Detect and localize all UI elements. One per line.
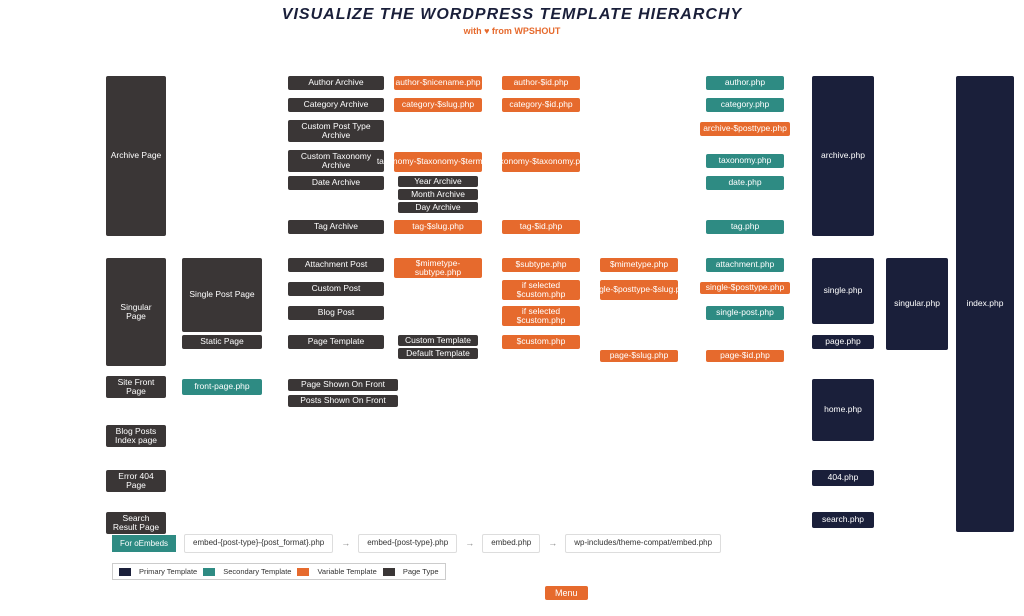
category-php: category.php <box>706 98 784 112</box>
embed-step-4: wp-includes/theme-compat/embed.php <box>565 534 721 553</box>
author-archive: Author Archive <box>288 76 384 90</box>
blog-post: Blog Post <box>288 306 384 320</box>
arrow-icon: → <box>341 538 350 548</box>
attachment-php: attachment.php <box>706 258 784 272</box>
page-title: VISUALIZE THE WORDPRESS TEMPLATE HIERARC… <box>0 6 1024 24</box>
year-archive: Year Archive <box>398 176 478 187</box>
site-front-page: Site Front Page <box>106 376 166 398</box>
archive-php: archive.php <box>812 76 874 236</box>
tag-php: tag.php <box>706 220 784 234</box>
tag-archive: Tag Archive <box>288 220 384 234</box>
error-404: Error 404 Page <box>106 470 166 492</box>
embed-step-3: embed.php <box>482 534 540 553</box>
attachment-post: Attachment Post <box>288 258 384 272</box>
taxonomy-php: taxonomy.php <box>706 154 784 168</box>
date-php: date.php <box>706 176 784 190</box>
custom-template: Custom Template <box>398 335 478 346</box>
blog-posts-index: Blog Posts Index page <box>106 425 166 447</box>
category-id: category-$id.php <box>502 98 580 112</box>
static-page: Static Page <box>182 335 262 349</box>
page-php: page.php <box>812 335 874 349</box>
embeds-row: For oEmbeds embed-{post-type}-{post_form… <box>112 534 721 553</box>
page-shown-on-front: Page Shown On Front <box>288 379 398 391</box>
single-posttype-php: single-$posttype.php <box>700 282 790 294</box>
tag-id: tag-$id.php <box>502 220 580 234</box>
author-id: author-$id.php <box>502 76 580 90</box>
single-posttype-slug: single-$posttype-$slug.php <box>600 280 678 300</box>
custom-post: Custom Post <box>288 282 384 296</box>
custom-php: $custom.php <box>502 335 580 349</box>
arrow-icon: → <box>465 538 474 548</box>
mimetype-php: $mimetype.php <box>600 258 678 272</box>
embeds-label: For oEmbeds <box>112 535 176 552</box>
if-selected-custom-2: if selected $custom.php <box>502 306 580 326</box>
taxonomy-tax: taxonomy-$taxonomy.php <box>502 152 580 172</box>
if-selected-custom-1: if selected $custom.php <box>502 280 580 300</box>
archive-page: Archive Page <box>106 76 166 236</box>
archive-posttype: archive-$posttype.php <box>700 122 790 136</box>
author-nicename: author-$nicename.php <box>394 76 482 90</box>
front-page-php: front-page.php <box>182 379 262 395</box>
subtype-php: $subtype.php <box>502 258 580 272</box>
page-subtitle: with ♥ from WPSHOUT <box>0 26 1024 36</box>
legend-primary: Primary Template <box>139 567 197 576</box>
mimetype-subtype: $mimetype-subtype.php <box>394 258 482 278</box>
embed-step-1: embed-{post-type}-{post_format}.php <box>184 534 333 553</box>
month-archive: Month Archive <box>398 189 478 200</box>
posts-shown-on-front: Posts Shown On Front <box>288 395 398 407</box>
author-php: author.php <box>706 76 784 90</box>
cpt-archive: Custom Post Type Archive <box>288 120 384 142</box>
arrow-icon: → <box>548 538 557 548</box>
page-template: Page Template <box>288 335 384 349</box>
ctax-archive: Custom Taxonomy Archive <box>288 150 384 172</box>
tag-slug: tag-$slug.php <box>394 220 482 234</box>
home-php: home.php <box>812 379 874 441</box>
legend-secondary: Secondary Template <box>223 567 291 576</box>
day-archive: Day Archive <box>398 202 478 213</box>
single-post-php: single-post.php <box>706 306 784 320</box>
singular-php: singular.php <box>886 258 948 350</box>
page-slug: page-$slug.php <box>600 350 678 362</box>
single-post-page: Single Post Page <box>182 258 262 332</box>
date-archive: Date Archive <box>288 176 384 190</box>
category-slug: category-$slug.php <box>394 98 482 112</box>
menu-button[interactable]: Menu <box>545 586 588 600</box>
taxonomy-term: taxonomy-$taxonomy-$term.php <box>394 152 482 172</box>
default-template: Default Template <box>398 348 478 359</box>
category-archive: Category Archive <box>288 98 384 112</box>
singular-page: Singular Page <box>106 258 166 366</box>
legend: Primary Template Secondary Template Vari… <box>112 563 446 580</box>
index-php: index.php <box>956 76 1014 532</box>
legend-pagetype: Page Type <box>403 567 439 576</box>
page-id: page-$id.php <box>706 350 784 362</box>
404-php: 404.php <box>812 470 874 486</box>
embed-step-2: embed-{post-type}.php <box>358 534 457 553</box>
single-php: single.php <box>812 258 874 324</box>
search-php: search.php <box>812 512 874 528</box>
search-result: Search Result Page <box>106 512 166 534</box>
legend-variable: Variable Template <box>317 567 376 576</box>
